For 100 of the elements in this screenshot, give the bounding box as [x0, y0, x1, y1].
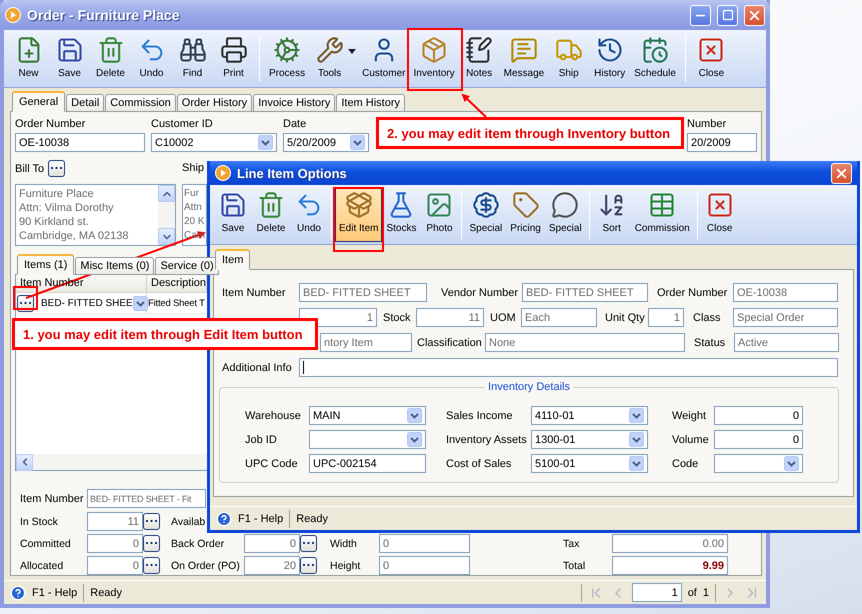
toolbar-button[interactable]: Pricing [506, 187, 545, 242]
text-field[interactable]: 11 [87, 512, 143, 531]
toolbar-button[interactable]: Print [213, 32, 254, 85]
dropdown-field[interactable]: BED- FITTED SHEE [40, 294, 147, 312]
more-button[interactable] [300, 535, 317, 552]
text-field[interactable]: 0 [714, 406, 803, 425]
close-button[interactable] [831, 162, 852, 184]
history-icon [596, 36, 624, 64]
text-field[interactable]: UPC-002154 [309, 454, 426, 473]
dropdown-field[interactable]: C10002 [151, 133, 277, 152]
toolbar-button[interactable]: History [589, 32, 630, 85]
text-field[interactable]: 0 [714, 430, 803, 449]
toolbar-button[interactable]: Process [265, 32, 310, 85]
window-title: Order - Furniture Place [27, 7, 180, 23]
toolbar-button[interactable]: Save [49, 32, 90, 85]
calendar-clock-icon [641, 36, 670, 64]
text-field[interactable]: 20 [244, 556, 300, 575]
toolbar-button[interactable]: Special [465, 187, 506, 242]
horizontal-scrollbar[interactable] [16, 454, 207, 470]
close-button[interactable] [744, 4, 765, 26]
toolbar-button[interactable]: Photo [420, 187, 458, 242]
toolbar-button[interactable]: Commission [630, 187, 694, 242]
text-field[interactable]: 9.99 [612, 556, 728, 575]
toolbar-button[interactable]: Find [172, 32, 213, 85]
text-field[interactable]: None [485, 333, 685, 352]
toolbar-button[interactable]: Close [700, 187, 739, 242]
dropdown-field[interactable]: 5/20/2009 [283, 133, 369, 152]
text-field[interactable]: ntory Item [320, 333, 412, 352]
tab[interactable]: Invoice History [253, 94, 336, 112]
toolbar-button[interactable]: Stocks [382, 187, 420, 242]
toolbar-button[interactable]: Close [690, 32, 732, 85]
toolbar-button[interactable]: Delete [90, 32, 131, 85]
text-field[interactable]: 0 [87, 556, 143, 575]
text-field[interactable]: Special Order [733, 308, 838, 327]
page-field[interactable]: 1 [632, 583, 682, 602]
tab[interactable]: Commission [105, 94, 176, 112]
tab[interactable]: Item [215, 249, 250, 270]
tab[interactable]: Item History [336, 94, 406, 112]
toolbar-button[interactable]: Save [214, 187, 252, 242]
text-field[interactable]: BED- FITTED SHEET [299, 283, 427, 302]
toolbar-button[interactable]: Undo [290, 187, 328, 242]
vertical-scrollbar[interactable] [158, 185, 175, 245]
help-icon [10, 584, 26, 600]
toolbar-button[interactable]: Edit Item [335, 187, 382, 242]
toolbar-button[interactable]: Delete [252, 187, 290, 242]
dropdown-field[interactable]: MAIN [309, 406, 426, 425]
maximize-button[interactable] [717, 4, 738, 26]
more-button[interactable] [143, 557, 160, 574]
dropdown-field[interactable]: 4110-01 [531, 406, 648, 425]
toolbar-button[interactable]: Notes [458, 32, 500, 85]
picture-icon [425, 191, 454, 219]
tab[interactable]: General [12, 91, 66, 112]
text-field[interactable]: 11 [416, 308, 484, 327]
dropdown-field[interactable]: 5100-01 [531, 454, 648, 473]
dropdown-field[interactable] [714, 454, 803, 473]
field-label: UOM [490, 312, 516, 324]
text-field[interactable]: Each [521, 308, 597, 327]
text-field[interactable]: 20/2009 [687, 133, 757, 152]
field-label: Volume [672, 434, 710, 446]
toolbar-button[interactable]: Sort [592, 187, 631, 242]
text-field[interactable]: OE-10038 [15, 133, 145, 152]
toolbar-button[interactable]: Undo [131, 32, 172, 85]
tab[interactable]: Detail [66, 94, 104, 112]
text-field[interactable]: 0.00 [612, 534, 728, 553]
toolbar-button[interactable]: Message [500, 32, 548, 85]
field-label: Customer ID [151, 118, 214, 130]
text-field[interactable]: 0 [244, 534, 300, 553]
more-button[interactable] [300, 557, 317, 574]
toolbar-button[interactable]: Ship [548, 32, 590, 85]
dropdown-arrow-icon[interactable] [348, 49, 356, 54]
toolbar-button[interactable]: Customer [358, 32, 410, 85]
field-label: Stock [383, 312, 411, 324]
close-icon [706, 191, 734, 219]
toolbar-button[interactable]: Inventory [409, 32, 459, 85]
tab[interactable]: Service (0) [155, 257, 219, 275]
tab[interactable]: Order History [176, 94, 252, 112]
minimize-button[interactable] [690, 4, 711, 26]
text-field[interactable]: BED- FITTED SHEET [522, 283, 648, 302]
text-field[interactable]: 0 [379, 534, 470, 553]
address-field[interactable]: Furniture Place Attn: Vilma Dorothy 90 Kirkland st. Cambridge, MA 02138 [15, 184, 176, 246]
more-button[interactable] [48, 160, 66, 177]
dropdown-field[interactable]: 1300-01 [531, 430, 648, 449]
dropdown-field[interactable] [309, 430, 426, 449]
text-field[interactable]: 0 [87, 534, 143, 553]
text-field[interactable]: 0 [379, 556, 470, 575]
more-button[interactable] [143, 513, 160, 530]
text-field[interactable] [299, 358, 838, 377]
toolbar-button[interactable]: Schedule [630, 32, 680, 85]
toolbar-button[interactable]: Special [544, 187, 586, 242]
more-button[interactable] [143, 535, 160, 552]
text-field[interactable]: OE-10038 [733, 283, 838, 302]
toolbar-button[interactable]: Tools [309, 32, 350, 85]
tab[interactable]: Items (1) [17, 254, 74, 275]
text-field[interactable]: Active [734, 333, 839, 352]
text-field[interactable]: 1 [648, 308, 684, 327]
toolbar-button[interactable]: New [8, 32, 49, 85]
tab[interactable]: Misc Items (0) [75, 257, 154, 275]
help-icon [216, 510, 232, 526]
field-label: Status [694, 336, 726, 348]
text-field[interactable]: BED- FITTED SHEET - Fit [87, 489, 206, 508]
